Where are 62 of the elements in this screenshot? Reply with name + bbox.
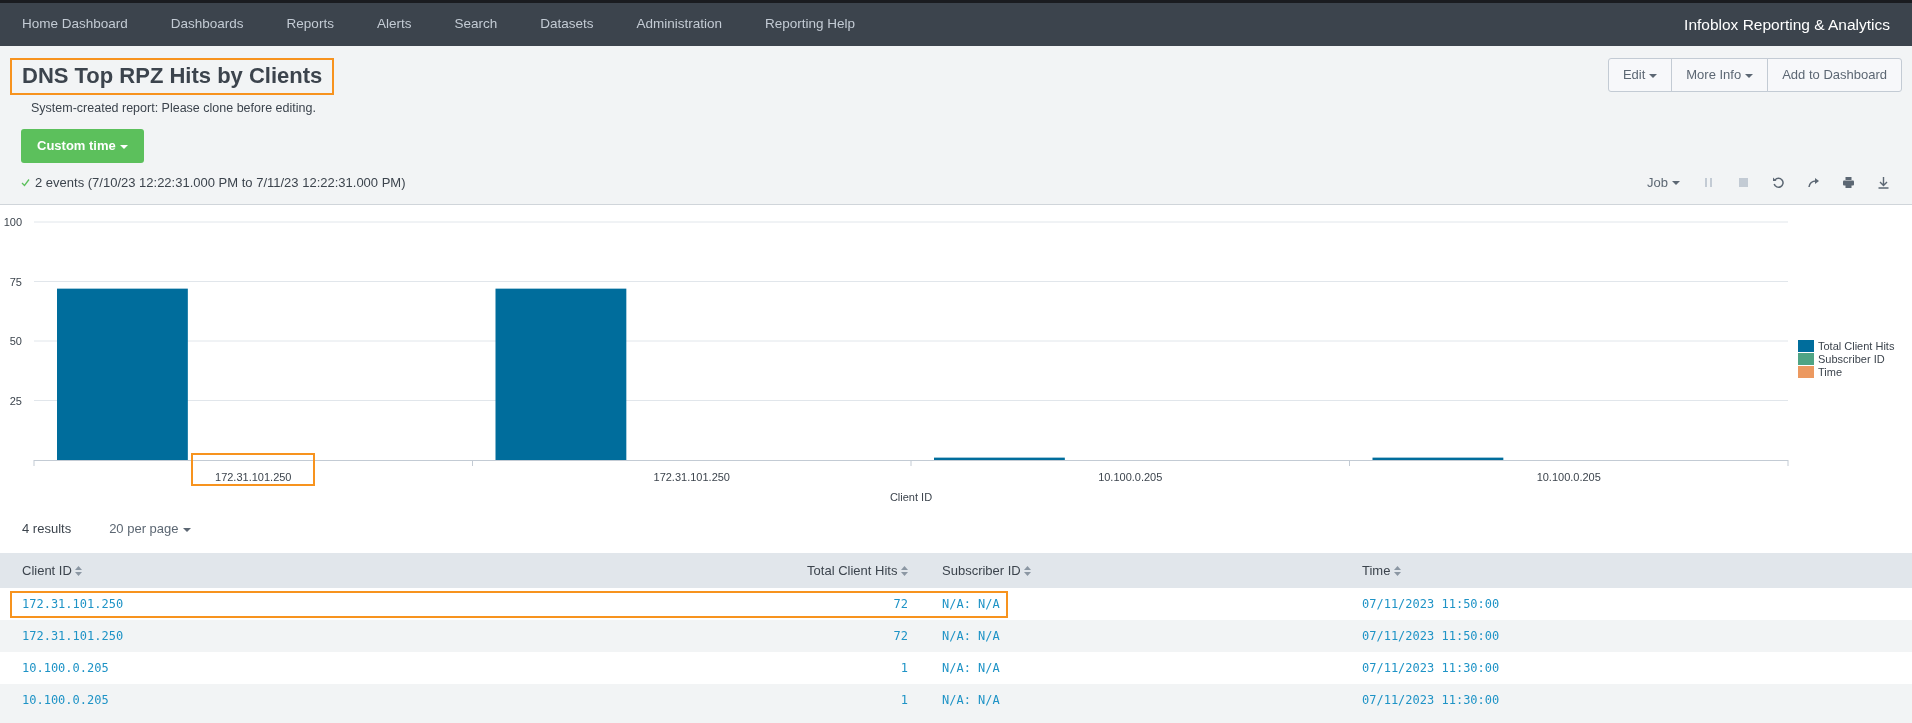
table-cell: 72 <box>893 597 908 612</box>
table-cell[interactable]: N/A: N/A <box>942 661 1000 676</box>
refresh-icon[interactable] <box>1772 176 1785 190</box>
y-tick-label: 75 <box>9 275 22 288</box>
action-button[interactable]: Add to Dashboard <box>1767 58 1902 92</box>
y-tick-label: 25 <box>9 394 22 407</box>
table-cell[interactable]: N/A: N/A <box>942 693 1000 708</box>
legend-swatch <box>1798 340 1814 353</box>
table-cell: 1 <box>900 693 908 708</box>
table-cell[interactable]: 172.31.101.250 <box>22 629 124 644</box>
share-arrow-icon[interactable] <box>1807 176 1820 190</box>
sort-icon <box>1024 566 1032 577</box>
table-cell[interactable]: 07/11/2023 11:50:00 <box>1362 629 1500 644</box>
table-cell: 1 <box>900 661 908 676</box>
dropdown-button[interactable]: Edit <box>1607 58 1673 92</box>
check-icon <box>21 178 30 188</box>
event-summary: 2 events (7/10/23 12:22:31.000 PM to 7/11/23 12:22:31.000 PM) <box>35 173 406 192</box>
x-tick-label: 10.100.0.205 <box>1098 471 1163 484</box>
page-size-dropdown[interactable]: 20 per page <box>109 519 191 539</box>
print-icon[interactable] <box>1842 176 1855 190</box>
x-axis-title: Client ID <box>889 491 933 504</box>
y-tick-label: 100 <box>3 216 22 229</box>
nav-link[interactable]: Home Dashboard <box>22 14 128 35</box>
table-cell[interactable]: 07/11/2023 11:30:00 <box>1362 693 1500 708</box>
nav-link[interactable]: Datasets <box>540 14 594 35</box>
x-tick-label: 172.31.101.250 <box>653 471 730 484</box>
nav-link[interactable]: Alerts <box>376 14 412 35</box>
nav-link[interactable]: Dashboards <box>170 14 244 35</box>
legend-swatch <box>1798 366 1814 379</box>
download-icon[interactable] <box>1877 176 1890 190</box>
legend-label: Time <box>1818 366 1843 379</box>
sort-icon <box>901 566 908 577</box>
sort-icon <box>75 566 83 577</box>
table-cell[interactable]: N/A: N/A <box>942 597 1000 612</box>
nav-link[interactable]: Search <box>454 14 498 35</box>
table-cell: 72 <box>893 629 908 644</box>
column-header[interactable]: Time <box>1340 552 1912 589</box>
table-cell[interactable]: N/A: N/A <box>942 629 1000 644</box>
legend-swatch <box>1798 353 1814 366</box>
x-tick-label: 172.31.101.250 <box>215 471 292 484</box>
app-brand: Infoblox Reporting & Analytics <box>1684 14 1890 35</box>
job-menu-button[interactable]: Job <box>1647 172 1680 193</box>
result-count: 4 results <box>22 520 72 539</box>
dropdown-button[interactable]: More Info <box>1671 58 1769 92</box>
y-tick-label: 50 <box>9 335 22 348</box>
column-header[interactable]: Total Client Hits <box>760 552 920 589</box>
report-title: DNS Top RPZ Hits by Clients <box>10 58 335 95</box>
column-header[interactable]: Subscriber ID <box>920 552 1340 589</box>
table-cell[interactable]: 10.100.0.205 <box>22 693 109 708</box>
table-cell[interactable]: 07/11/2023 11:50:00 <box>1362 597 1500 612</box>
nav-link[interactable]: Reports <box>286 14 334 35</box>
nav-link[interactable]: Administration <box>636 14 722 35</box>
sort-icon <box>1394 566 1402 577</box>
legend-label: Subscriber ID <box>1818 353 1885 366</box>
x-tick-label: 10.100.0.205 <box>1536 471 1601 484</box>
table-cell[interactable]: 172.31.101.250 <box>22 597 124 612</box>
report-note: System-created report: Please clone before editing. <box>31 99 317 117</box>
table-cell[interactable]: 07/11/2023 11:30:00 <box>1362 661 1500 676</box>
table-cell[interactable]: 10.100.0.205 <box>22 661 109 676</box>
nav-link[interactable]: Reporting Help <box>765 14 856 35</box>
column-header[interactable]: Client ID <box>0 552 760 589</box>
legend-label: Total Client Hits <box>1818 340 1895 353</box>
